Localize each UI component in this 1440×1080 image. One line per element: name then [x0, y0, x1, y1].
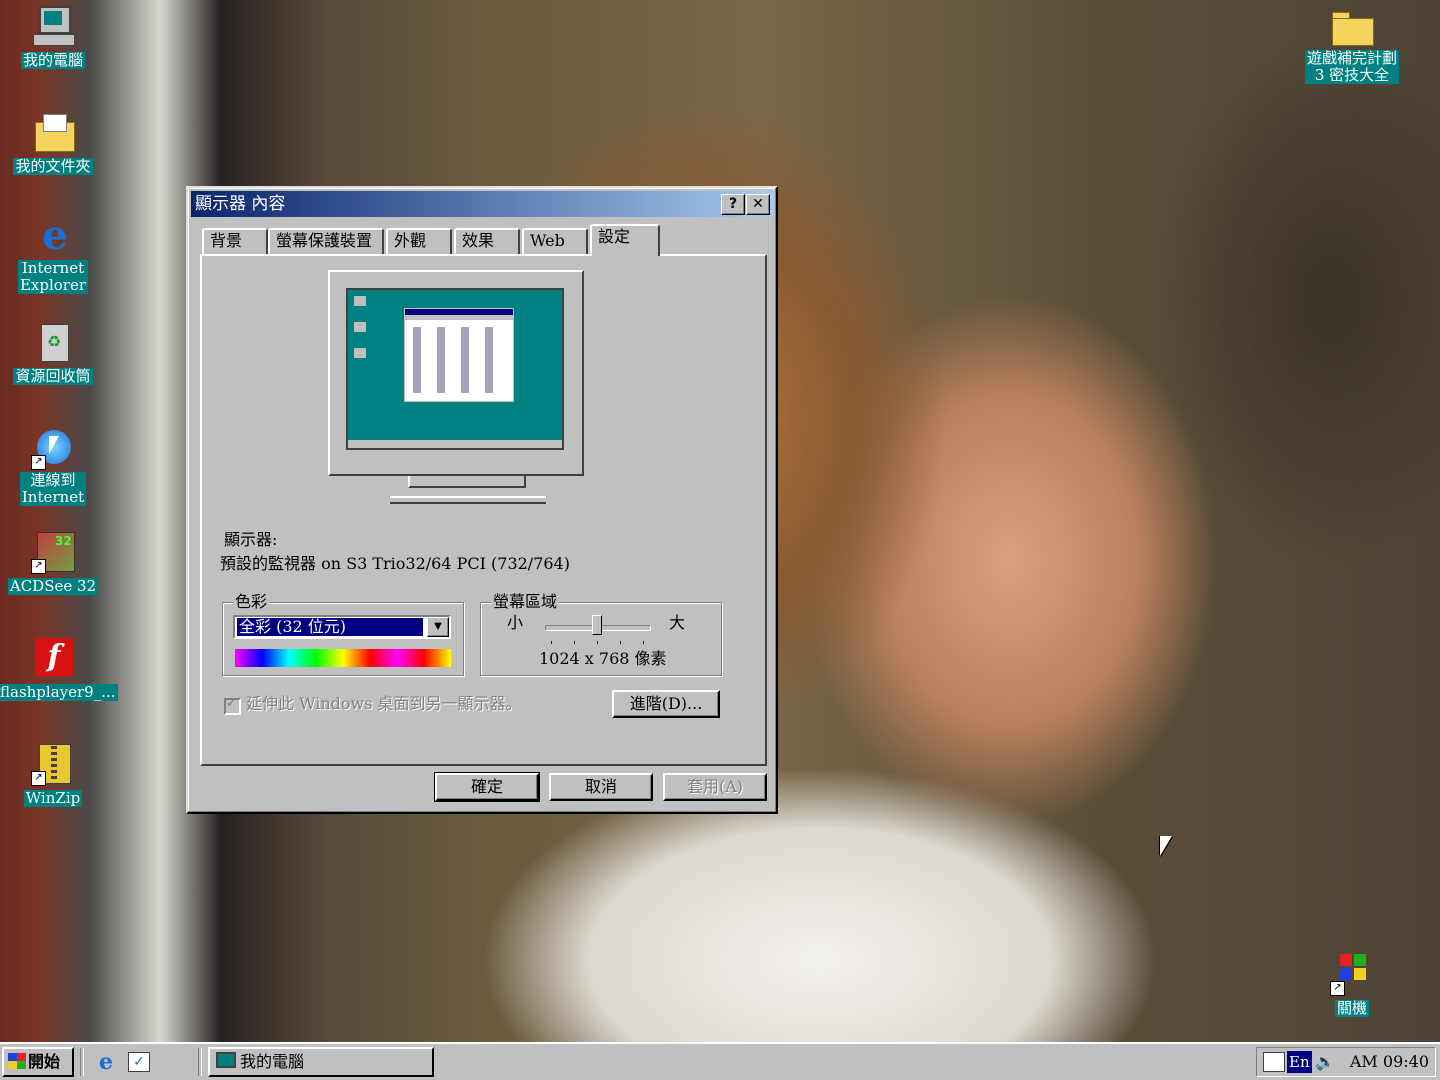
system-tray: En 🔈 AM 09:40 — [1256, 1047, 1436, 1077]
color-spectrum-bar — [235, 649, 451, 667]
display-value: 預設的監視器 on S3 Trio32/64 PCI (732/764) — [220, 554, 570, 573]
dialog-title: 顯示器 內容 — [195, 194, 286, 214]
desktop-icon-game-cheats-folder[interactable]: 遊戲補完計劃 3 密技大全 — [1297, 4, 1407, 84]
desktop-icon-shutdown[interactable]: ↗ 關機 — [1297, 952, 1407, 1017]
close-button[interactable]: ✕ — [746, 194, 770, 215]
desktop-icon-label: Internet Explorer — [17, 259, 89, 294]
screen-area-group-label: 螢幕區域 — [491, 592, 560, 612]
display-label: 顯示器: — [224, 530, 278, 549]
tab-effects[interactable]: 效果 — [454, 228, 520, 254]
color-depth-value: 全彩 (32 位元) — [236, 617, 424, 637]
colors-group-label: 色彩 — [233, 592, 270, 612]
windows-logo-icon — [8, 1053, 26, 1069]
desktop-icon-my-computer[interactable]: 我的電腦 — [0, 4, 108, 69]
tab-screensaver[interactable]: 螢幕保護裝置 — [268, 228, 384, 254]
desktop-icon-internet-explorer[interactable]: e Internet Explorer — [0, 214, 108, 294]
slider-min-label: 小 — [507, 613, 524, 632]
advanced-button-label: 進階(D)... — [629, 694, 703, 713]
acdsee-icon: 32 ↗ — [31, 530, 75, 574]
ok-button-label: 確定 — [470, 777, 503, 796]
tab-appearance[interactable]: 外觀 — [386, 228, 452, 254]
connect-wizard-icon: ↗ — [31, 426, 75, 470]
desktop-icon-my-documents[interactable]: 我的文件夾 — [0, 110, 108, 175]
language-indicator[interactable]: En — [1287, 1051, 1312, 1073]
volume-icon[interactable]: 🔈 — [1315, 1050, 1335, 1074]
cancel-button[interactable]: 取消 — [549, 773, 653, 801]
taskbar-task-my-computer[interactable]: 我的電腦 — [208, 1047, 434, 1077]
resolution-value: 1024 x 768 像素 — [539, 649, 667, 668]
ok-button[interactable]: 確定 — [434, 772, 540, 802]
desktop-icon-label: 我的文件夾 — [13, 157, 93, 175]
desktop-icon-label: WinZip — [23, 789, 83, 807]
shortcut-arrow-icon: ↗ — [31, 559, 46, 574]
help-button[interactable]: ? — [721, 194, 745, 215]
flash-icon: f — [31, 636, 75, 680]
recycle-bin-icon: ♻ — [31, 320, 75, 364]
winzip-icon: ↗ — [31, 742, 75, 786]
desktop-icon-connect-internet[interactable]: ↗ 連線到 Internet — [0, 426, 108, 506]
taskbar-separator — [198, 1048, 202, 1076]
extend-desktop-label: 延伸此 Windows 桌面到另一顯示器。 — [246, 694, 522, 713]
cancel-button-label: 取消 — [584, 777, 617, 796]
computer-icon — [31, 4, 75, 48]
desktop-icon-label: ACDSee 32 — [7, 577, 99, 595]
internet-explorer-icon: e — [42, 212, 68, 259]
desktop-icon-flashplayer[interactable]: f flashplayer9_... — [0, 636, 118, 701]
desktop-icon-acdsee[interactable]: 32 ↗ ACDSee 32 — [0, 530, 108, 595]
mouse-cursor-icon — [1160, 836, 1172, 856]
windows-logo-icon: ↗ — [1330, 952, 1374, 996]
desktop-icon-winzip[interactable]: ↗ WinZip — [0, 742, 108, 807]
color-depth-select[interactable]: 全彩 (32 位元) ▼ — [233, 615, 451, 639]
display-properties-dialog: 顯示器 內容 ? ✕ 背景 螢幕保護裝置 外觀 效果 Web 設定 顯示器: 預… — [186, 186, 778, 814]
screen-area-group: 螢幕區域 小 大 1024 x 768 像素 — [480, 592, 722, 676]
taskbar-task-label: 我的電腦 — [240, 1052, 305, 1071]
slider-ticks — [551, 641, 647, 644]
apply-button[interactable]: 套用(A) — [663, 773, 767, 801]
chevron-down-icon[interactable]: ▼ — [427, 617, 449, 637]
settings-panel: 顯示器: 預設的監視器 on S3 Trio32/64 PCI (732/764… — [200, 254, 767, 766]
resolution-slider-thumb[interactable] — [592, 615, 602, 635]
checkmark-icon: ✓ — [226, 696, 237, 711]
desktop-icon-label: 遊戲補完計劃 3 密技大全 — [1304, 49, 1399, 84]
tab-web[interactable]: Web — [522, 228, 588, 254]
start-button-label: 開始 — [28, 1052, 61, 1071]
folder-icon — [1330, 4, 1374, 48]
extend-desktop-checkbox[interactable]: ✓ — [224, 696, 241, 715]
shortcut-arrow-icon: ↗ — [1330, 981, 1345, 996]
apply-button-label: 套用(A) — [686, 777, 744, 796]
desktop-icon-label: 資源回收筒 — [13, 367, 93, 385]
desktop-icon-label: 我的電腦 — [20, 51, 85, 69]
clock[interactable]: AM 09:40 — [1350, 1051, 1429, 1073]
slider-max-label: 大 — [669, 613, 686, 632]
colors-group: 色彩 全彩 (32 位元) ▼ — [222, 592, 464, 676]
title-bar[interactable]: 顯示器 內容 ? ✕ — [191, 191, 773, 217]
folder-icon — [31, 110, 75, 154]
advanced-button[interactable]: 進階(D)... — [612, 690, 720, 718]
desktop-icon-label: 連線到 Internet — [19, 471, 87, 506]
tab-settings[interactable]: 設定 — [590, 224, 660, 256]
start-button[interactable]: 開始 — [2, 1047, 74, 1077]
taskbar-separator — [80, 1048, 84, 1076]
desktop-icon-label: flashplayer9_... — [0, 683, 118, 701]
desktop-icon-recycle-bin[interactable]: ♻ 資源回收筒 — [0, 320, 108, 385]
shortcut-arrow-icon: ↗ — [31, 455, 46, 470]
computer-icon — [216, 1052, 236, 1068]
quicklaunch-desktop-icon[interactable]: ✓ — [128, 1052, 150, 1072]
shortcut-arrow-icon: ↗ — [31, 771, 46, 786]
input-method-icon[interactable] — [1263, 1052, 1285, 1072]
monitor-stand — [408, 476, 526, 488]
quicklaunch-ie-icon[interactable]: e — [94, 1050, 118, 1074]
tab-background[interactable]: 背景 — [202, 228, 268, 254]
monitor-screen — [346, 288, 564, 450]
monitor-base — [390, 496, 546, 504]
monitor-preview — [328, 270, 584, 476]
taskbar: 開始 e ✓ 我的電腦 En 🔈 AM 09:40 — [0, 1042, 1440, 1080]
desktop-icon-label: 關機 — [1334, 999, 1369, 1017]
